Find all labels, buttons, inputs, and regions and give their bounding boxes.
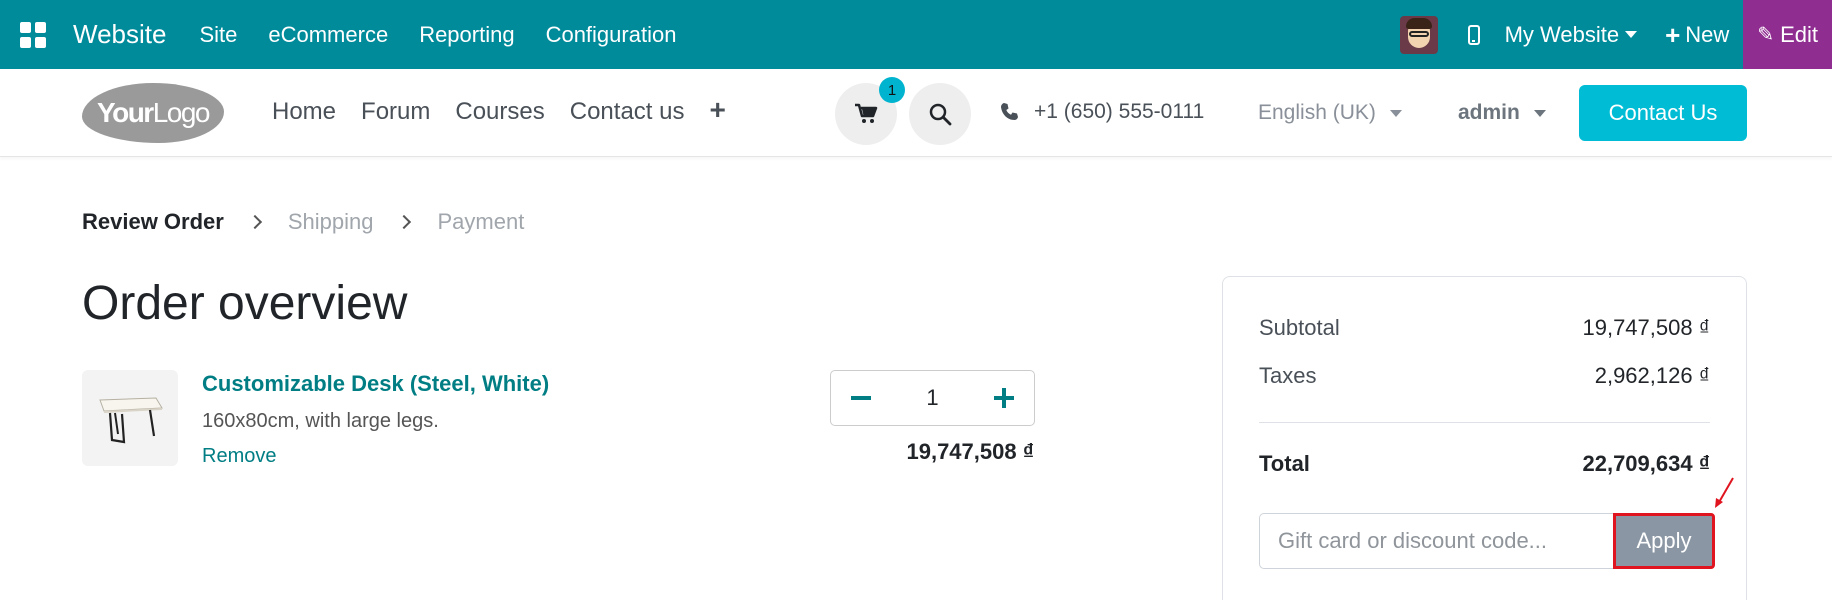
plus-icon[interactable] <box>994 388 1014 408</box>
subtotal-label: Subtotal <box>1259 315 1340 340</box>
step-shipping: Shipping <box>287 209 374 234</box>
nav-home[interactable]: Home <box>272 98 336 126</box>
quantity-value[interactable]: 1 <box>926 385 938 411</box>
user-avatar[interactable] <box>1399 15 1438 54</box>
logo-text-light: Logo <box>152 97 211 128</box>
website-switcher[interactable]: My Website <box>1505 22 1638 48</box>
summary-divider <box>1259 422 1710 423</box>
product-description: 160x80cm, with large legs. <box>202 410 439 432</box>
nav-courses[interactable]: Courses <box>455 98 544 126</box>
edit-button[interactable]: ✎ Edit <box>1743 0 1832 69</box>
chevron-right-icon <box>247 214 262 230</box>
menu-reporting[interactable]: Reporting <box>419 22 514 48</box>
site-logo[interactable]: Your Logo <box>82 83 224 143</box>
add-menu-item-icon[interactable]: + <box>709 96 725 126</box>
discount-code-input[interactable]: Gift card or discount code... <box>1259 513 1615 569</box>
pencil-icon: ✎ <box>1757 24 1775 46</box>
taxes-label: Taxes <box>1259 363 1317 388</box>
app-name[interactable]: Website <box>73 19 166 50</box>
language-label: English (UK) <box>1258 101 1376 124</box>
product-image[interactable] <box>82 370 178 466</box>
step-review-order: Review Order <box>82 209 224 234</box>
site-header: Your Logo Home Forum Courses Contact us +… <box>0 69 1832 157</box>
plus-icon: + <box>1665 19 1681 50</box>
cart-icon <box>855 103 878 123</box>
page-title: Order overview <box>82 277 408 330</box>
quantity-stepper: 1 <box>830 370 1035 426</box>
subtotal-row: Subtotal 19,747,508 ₫ <box>1259 315 1710 341</box>
chevron-right-icon <box>397 214 412 230</box>
website-switcher-label: My Website <box>1504 21 1620 47</box>
cart-count-badge: 1 <box>879 77 905 103</box>
search-button[interactable] <box>909 83 971 145</box>
new-button[interactable]: + New <box>1665 22 1729 48</box>
checkout-steps: Review Order Shipping Payment <box>82 209 524 235</box>
desk-icon <box>99 397 163 444</box>
language-selector[interactable]: English (UK) <box>1258 101 1402 125</box>
phone-icon <box>1001 103 1018 120</box>
contact-us-button[interactable]: Contact Us <box>1579 85 1747 141</box>
menu-ecommerce[interactable]: eCommerce <box>268 22 388 48</box>
cart-button[interactable]: 1 <box>835 77 905 145</box>
caret-down-icon <box>1533 109 1546 117</box>
user-name: admin <box>1458 101 1520 124</box>
taxes-row: Taxes 2,962,126 ₫ <box>1259 363 1710 389</box>
site-nav: Home Forum Courses Contact us + <box>272 96 751 126</box>
user-menu[interactable]: admin <box>1458 101 1546 125</box>
menu-site[interactable]: Site <box>199 22 237 48</box>
edit-button-label: Edit <box>1780 21 1818 47</box>
apps-menu-button[interactable] <box>0 0 66 69</box>
caret-down-icon <box>1625 31 1638 38</box>
subtotal-value: 19,747,508 ₫ <box>1582 315 1710 340</box>
admin-navbar: Website Site eCommerce Reporting Configu… <box>0 0 1832 69</box>
total-label: Total <box>1259 451 1310 476</box>
phone-contact[interactable]: +1 (650) 555-0111 <box>1000 100 1204 124</box>
apply-button[interactable]: Apply <box>1613 513 1715 569</box>
mobile-preview-icon[interactable] <box>1467 24 1480 45</box>
nav-contact-us[interactable]: Contact us <box>570 98 685 126</box>
caret-down-icon <box>1389 109 1402 117</box>
apps-grid-icon <box>20 21 46 48</box>
order-summary: Subtotal 19,747,508 ₫ Taxes 2,962,126 ₫ … <box>1222 276 1747 600</box>
logo-text-bold: Your <box>97 97 154 128</box>
search-icon <box>929 103 952 126</box>
nav-forum[interactable]: Forum <box>361 98 430 126</box>
remove-link[interactable]: Remove <box>202 445 276 468</box>
phone-number: +1 (650) 555-0111 <box>1034 100 1205 123</box>
product-name-link[interactable]: Customizable Desk (Steel, White) <box>202 371 549 397</box>
step-payment: Payment <box>437 209 525 234</box>
minus-icon[interactable] <box>851 396 871 400</box>
annotation-arrow-icon <box>1715 477 1734 508</box>
new-button-label: New <box>1685 21 1730 47</box>
line-price: 19,747,508 ₫ <box>906 439 1034 464</box>
total-value: 22,709,634 ₫ <box>1582 451 1710 476</box>
menu-configuration[interactable]: Configuration <box>546 22 677 48</box>
total-row: Total 22,709,634 ₫ <box>1259 451 1710 477</box>
taxes-value: 2,962,126 ₫ <box>1594 363 1710 388</box>
